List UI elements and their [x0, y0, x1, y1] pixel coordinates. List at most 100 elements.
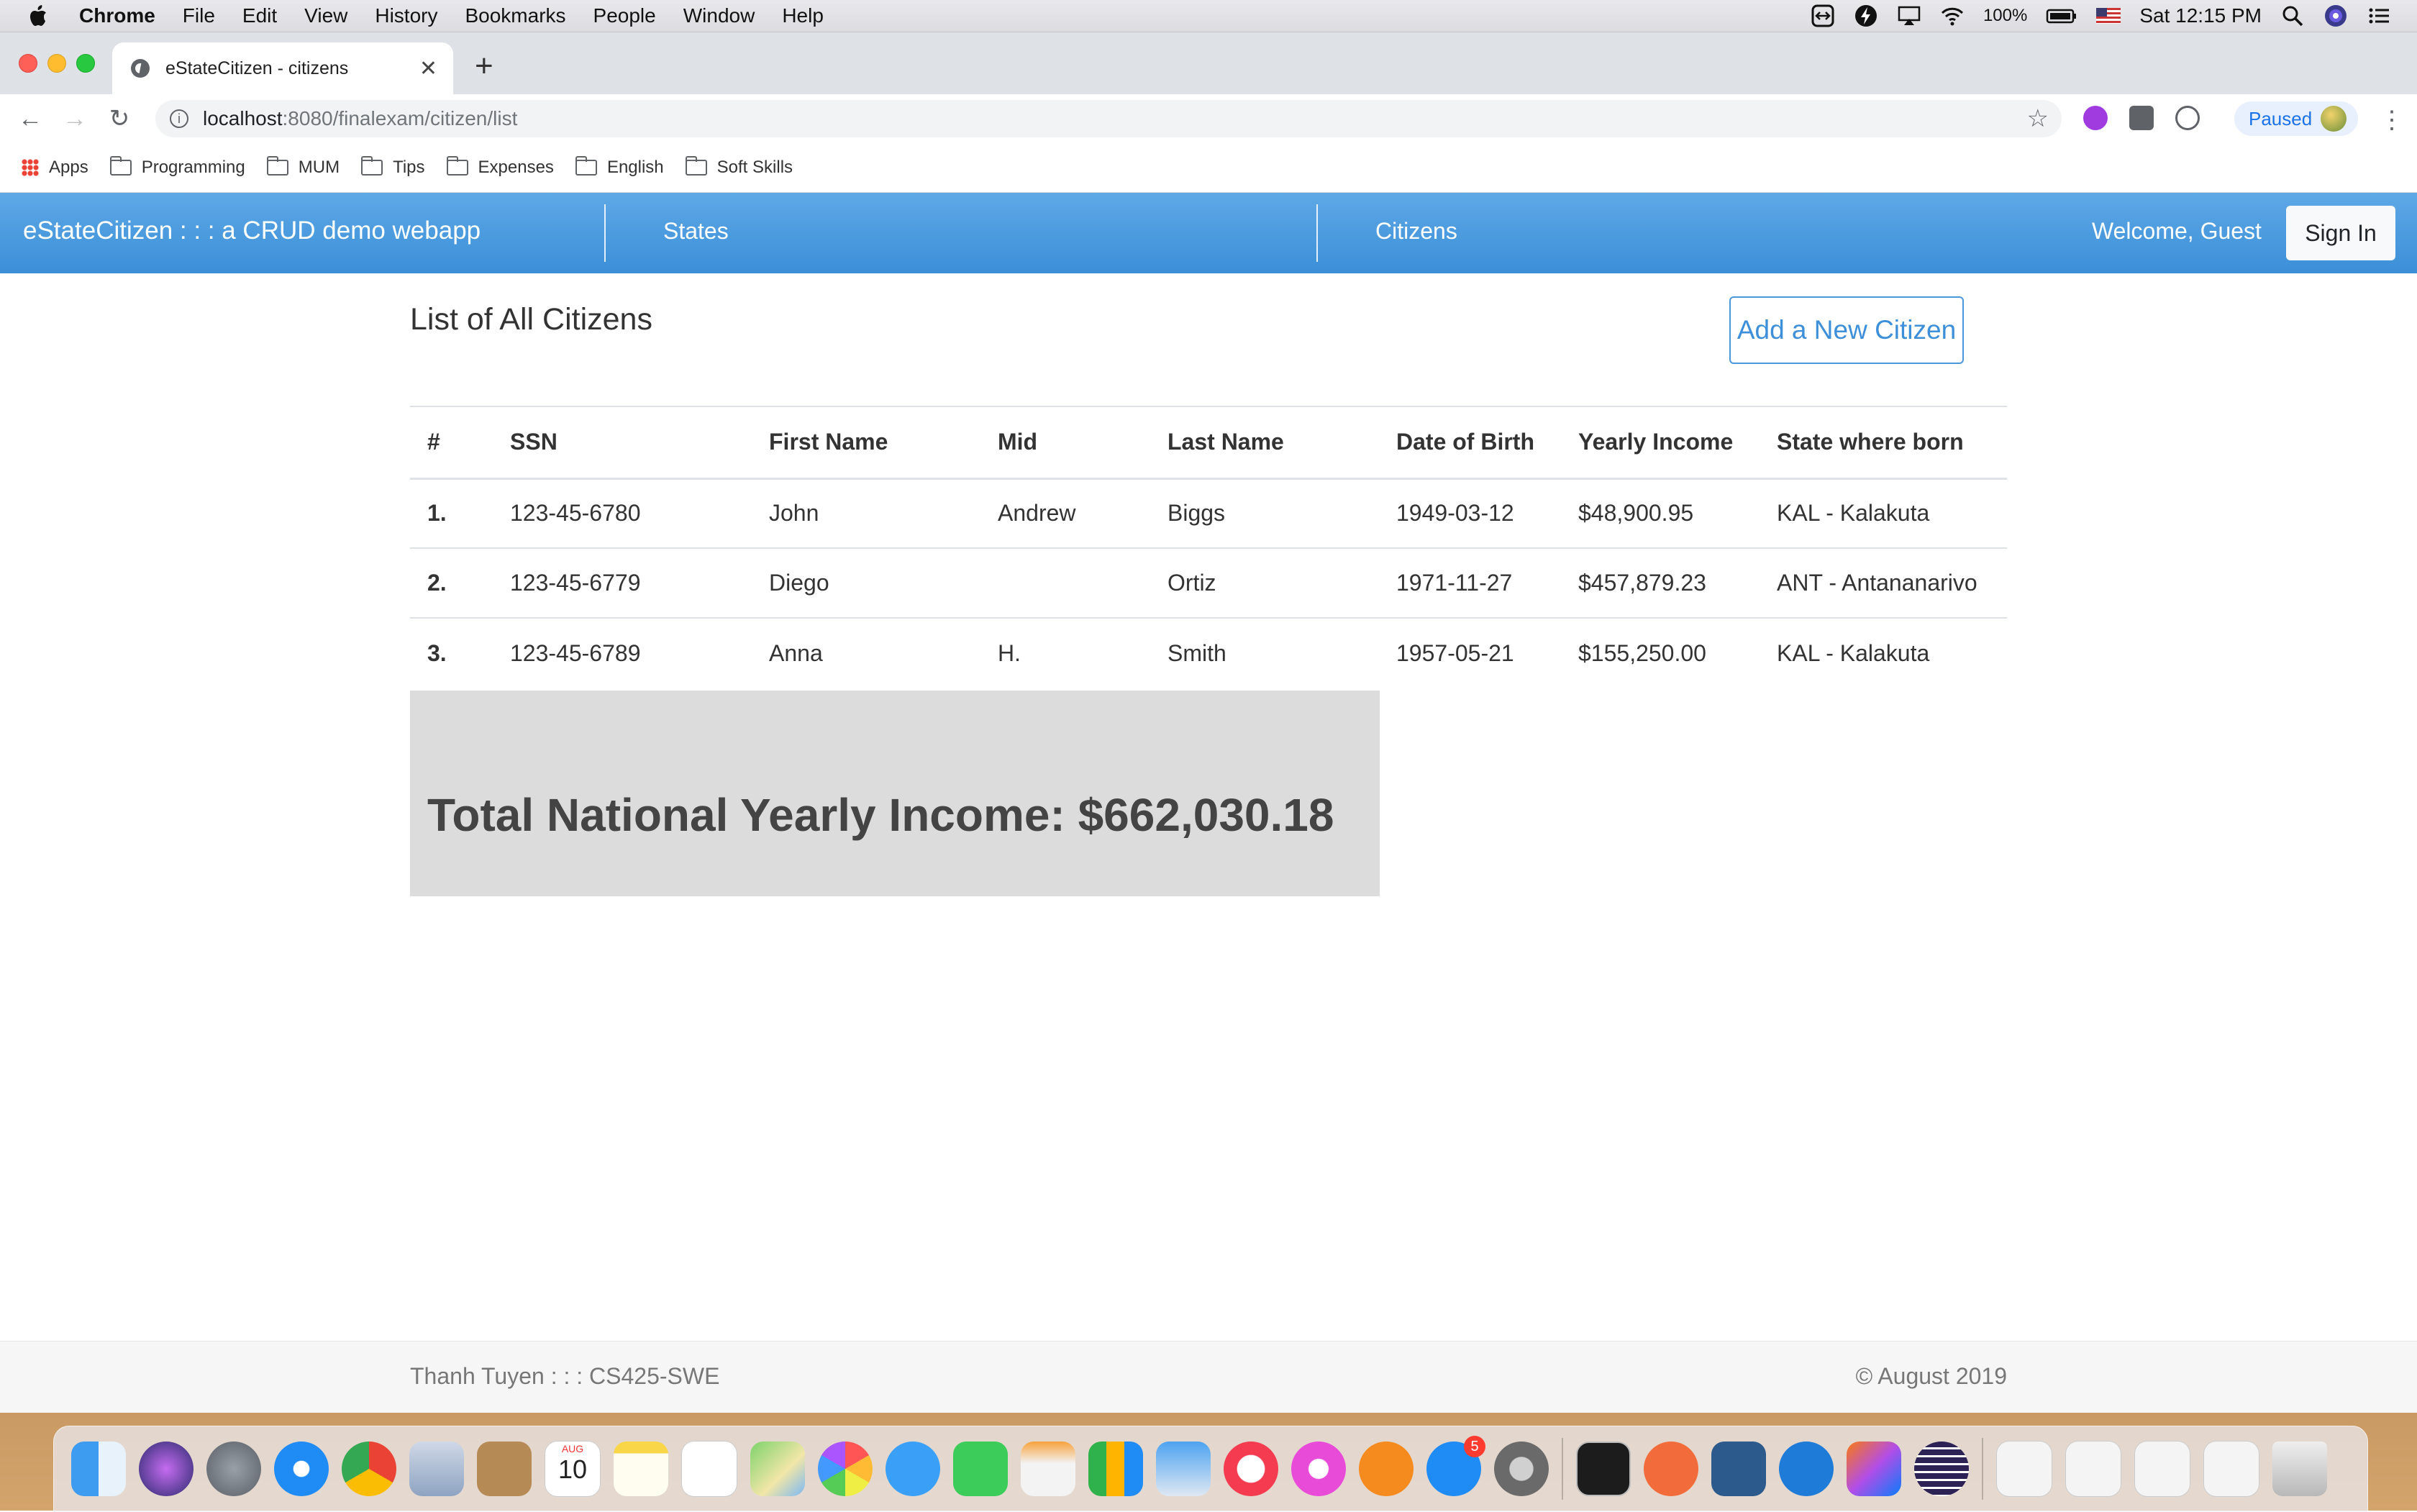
total-income-text: Total National Yearly Income: $662,030.1… — [427, 789, 1334, 841]
citizens-table: # SSN First Name Mid Last Name Date of B… — [410, 406, 2007, 688]
bookmark-folder-english[interactable]: English — [575, 156, 664, 178]
music-icon[interactable] — [1291, 1442, 1346, 1496]
menubar-app-name[interactable]: Chrome — [79, 4, 155, 27]
cell-first-name: John — [769, 500, 819, 527]
flash-status-icon[interactable] — [1854, 4, 1878, 28]
menu-bookmarks[interactable]: Bookmarks — [465, 4, 565, 27]
url-text[interactable]: localhost:8080/finalexam/citizen/list — [203, 107, 517, 130]
bookmark-folder-mum[interactable]: MUM — [266, 156, 340, 178]
sign-in-button[interactable]: Sign In — [2286, 206, 2395, 260]
footer-copyright: © August 2019 — [1855, 1363, 2007, 1389]
chrome-icon[interactable] — [342, 1442, 396, 1496]
reminders-icon[interactable] — [681, 1441, 737, 1497]
spotlight-search-icon[interactable] — [2280, 4, 2305, 28]
terminal-icon[interactable] — [1576, 1442, 1631, 1496]
menubar-clock[interactable]: Sat 12:15 PM — [2139, 4, 2262, 27]
apple-menu-icon[interactable] — [27, 4, 47, 27]
contacts-icon[interactable] — [477, 1442, 532, 1496]
airplay-icon[interactable] — [1897, 4, 1921, 28]
menu-edit[interactable]: Edit — [242, 4, 277, 27]
bookmark-folder-programming[interactable]: Programming — [109, 156, 245, 178]
finder-icon[interactable] — [71, 1442, 126, 1496]
browser-tab-strip: eStateCitizen - citizens ✕ + — [0, 32, 2417, 94]
profile-button[interactable]: Paused — [2234, 101, 2359, 136]
site-brand[interactable]: eStateCitizen : : : a CRUD demo webapp — [23, 217, 481, 245]
address-bar[interactable]: i localhost:8080/finalexam/citizen/list … — [155, 100, 2062, 137]
extension-purple-icon[interactable] — [2083, 106, 2108, 130]
safari-icon[interactable] — [274, 1442, 329, 1496]
window-minimize-button[interactable] — [47, 54, 66, 73]
launchpad-icon[interactable] — [206, 1442, 261, 1496]
window-zoom-button[interactable] — [76, 54, 95, 73]
input-source-flag-icon[interactable] — [2096, 8, 2121, 24]
cell-yearly-income: $457,879.23 — [1578, 570, 1706, 596]
add-citizen-button[interactable]: Add a New Citizen — [1729, 296, 1964, 364]
bookmark-apps[interactable]: Apps — [22, 158, 88, 178]
menu-help[interactable]: Help — [782, 4, 824, 27]
recent-document-icon[interactable] — [2065, 1441, 2121, 1497]
menu-people[interactable]: People — [593, 4, 656, 27]
menu-file[interactable]: File — [183, 4, 215, 27]
books-icon[interactable] — [1359, 1442, 1414, 1496]
teamviewer-status-icon[interactable] — [1811, 4, 1835, 28]
battery-percent[interactable]: 100% — [1983, 6, 2027, 26]
cell-index: 1. — [427, 500, 447, 527]
system-preferences-icon[interactable] — [1494, 1442, 1549, 1496]
cell-state-born: KAL - Kalakuta — [1777, 639, 1930, 666]
battery-icon[interactable] — [2046, 4, 2077, 28]
bookmark-folder-tips[interactable]: Tips — [361, 156, 425, 178]
photos-icon[interactable] — [818, 1442, 873, 1496]
intellij-icon[interactable] — [1847, 1442, 1901, 1496]
mail-icon[interactable] — [409, 1442, 464, 1496]
teamviewer-icon[interactable] — [1779, 1442, 1834, 1496]
table-header-row: # SSN First Name Mid Last Name Date of B… — [410, 406, 2007, 478]
cell-yearly-income: $155,250.00 — [1578, 639, 1706, 666]
facetime-icon[interactable] — [953, 1442, 1008, 1496]
browser-toolbar: ← → ↻ i localhost:8080/finalexam/citizen… — [0, 94, 2417, 143]
menu-history[interactable]: History — [375, 4, 437, 27]
forward-arrow-icon[interactable]: → — [62, 105, 88, 132]
bookmark-star-icon[interactable]: ☆ — [2027, 104, 2049, 133]
menu-view[interactable]: View — [304, 4, 347, 27]
back-arrow-icon[interactable]: ← — [17, 105, 43, 132]
folder-icon — [575, 156, 597, 176]
window-close-button[interactable] — [19, 54, 37, 73]
site-info-icon[interactable]: i — [170, 109, 188, 128]
siri-icon[interactable] — [139, 1442, 194, 1496]
recent-document-icon[interactable] — [2134, 1441, 2190, 1497]
extension-facebook-icon[interactable] — [2129, 106, 2154, 130]
messages-icon[interactable] — [886, 1442, 940, 1496]
pages-icon[interactable] — [1021, 1442, 1075, 1496]
bookmark-label: Tips — [393, 158, 425, 177]
siri-icon[interactable] — [2323, 4, 2348, 28]
notes-icon[interactable] — [614, 1442, 668, 1496]
news-icon[interactable] — [1224, 1442, 1278, 1496]
new-tab-button[interactable]: + — [475, 48, 493, 84]
site-footer: Thanh Tuyen : : : CS425-SWE © August 201… — [0, 1341, 2417, 1413]
bookmark-folder-soft-skills[interactable]: Soft Skills — [685, 156, 793, 178]
nav-link-states[interactable]: States — [663, 218, 729, 245]
numbers-icon[interactable] — [1088, 1442, 1143, 1496]
nav-link-citizens[interactable]: Citizens — [1375, 218, 1457, 245]
recent-document-icon[interactable] — [2203, 1441, 2259, 1497]
keynote-icon[interactable] — [1156, 1442, 1211, 1496]
maps-icon[interactable] — [750, 1442, 805, 1496]
eclipse-icon[interactable] — [1914, 1442, 1969, 1496]
reload-icon[interactable]: ↻ — [106, 105, 132, 132]
cell-first-name: Diego — [769, 570, 829, 596]
recent-document-icon[interactable] — [1996, 1441, 2052, 1497]
close-tab-icon[interactable]: ✕ — [419, 56, 437, 81]
trash-icon[interactable] — [2272, 1442, 2327, 1496]
notification-center-icon[interactable] — [2367, 4, 2391, 28]
extension-sync-icon[interactable] — [2175, 106, 2200, 130]
app-store-icon[interactable]: 5 — [1426, 1436, 1485, 1496]
postman-icon[interactable] — [1644, 1442, 1698, 1496]
menu-window[interactable]: Window — [683, 4, 755, 27]
mysql-workbench-icon[interactable] — [1711, 1442, 1766, 1496]
table-row: 2. 123-45-6779 Diego Ortiz 1971-11-27 $4… — [410, 548, 2007, 618]
calendar-icon[interactable]: AUG 10 — [545, 1441, 601, 1497]
wifi-icon[interactable] — [1940, 4, 1965, 28]
browser-tab-active[interactable]: eStateCitizen - citizens ✕ — [112, 42, 453, 94]
chrome-menu-icon[interactable]: ⋮ — [2380, 106, 2404, 135]
bookmark-folder-expenses[interactable]: Expenses — [446, 156, 554, 178]
